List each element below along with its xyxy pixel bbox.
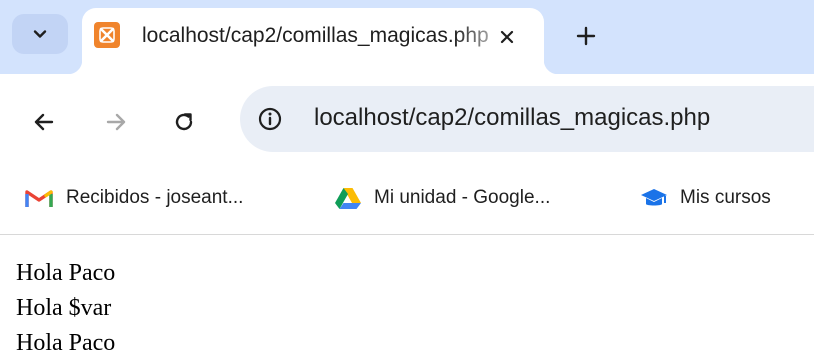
graduation-cap-icon: [641, 189, 667, 206]
back-button[interactable]: [24, 102, 64, 142]
output-line: Hola $var: [16, 295, 112, 321]
tab-close-button[interactable]: [492, 22, 522, 52]
page-content: Hola Paco Hola $var Hola Paco: [16, 256, 115, 361]
plus-icon: [576, 26, 596, 46]
reload-button[interactable]: [164, 102, 204, 142]
tab-search-button[interactable]: [12, 14, 68, 54]
info-icon: [258, 107, 282, 131]
forward-button[interactable]: [96, 102, 136, 142]
tab-title: localhost/cap2/comillas_magicas.php: [142, 24, 489, 47]
bookmark-label: Recibidos - joseant...: [66, 187, 244, 208]
reload-icon: [175, 113, 193, 131]
close-icon: [500, 30, 514, 44]
bookmarks-bar: Recibidos - joseant... Mi unidad - Googl…: [0, 168, 814, 234]
toolbar-divider: [0, 234, 814, 235]
gmail-icon: [25, 190, 53, 207]
url-text: localhost/cap2/comillas_magicas.php: [314, 104, 711, 131]
bookmark-mis-cursos[interactable]: Mis cursos: [640, 182, 771, 214]
bookmark-label: Mi unidad - Google...: [374, 187, 551, 208]
chevron-down-icon: [33, 30, 47, 38]
tab-strip: localhost/cap2/comillas_magicas.php: [0, 0, 814, 74]
new-tab-button[interactable]: [568, 18, 604, 54]
site-info-button[interactable]: [254, 103, 286, 135]
google-drive-icon: [335, 188, 361, 209]
arrow-right-icon: [106, 113, 126, 131]
active-tab[interactable]: localhost/cap2/comillas_magicas.php: [68, 8, 558, 74]
bookmark-google-drive[interactable]: Mi unidad - Google...: [334, 182, 550, 214]
output-line: Hola Paco: [16, 330, 116, 356]
address-bar[interactable]: localhost/cap2/comillas_magicas.php: [240, 86, 814, 152]
output-line: Hola Paco: [16, 260, 116, 286]
bookmark-gmail[interactable]: Recibidos - joseant...: [24, 182, 243, 214]
xampp-icon: [94, 22, 120, 48]
arrow-left-icon: [34, 113, 54, 131]
navigation-toolbar: localhost/cap2/comillas_magicas.php: [0, 74, 814, 168]
bookmark-label: Mis cursos: [680, 187, 771, 208]
